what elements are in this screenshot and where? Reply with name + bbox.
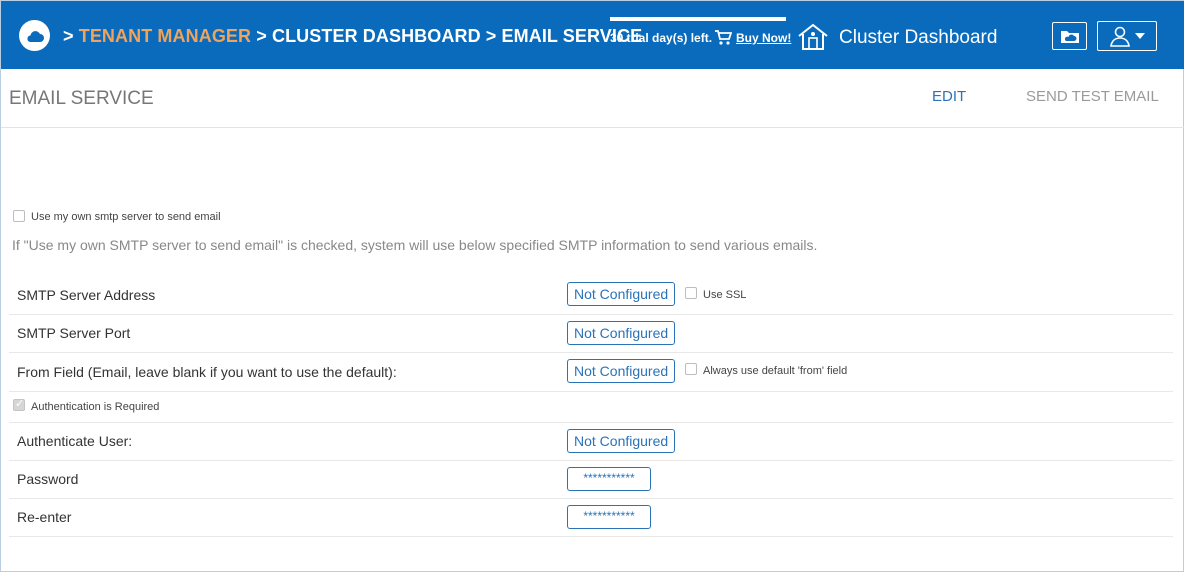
page-title: EMAIL SERVICE (9, 88, 154, 109)
smtp-server-port-value: Not Configured (567, 321, 676, 345)
smtp-info-text: If "Use my own SMTP server to send email… (12, 237, 818, 253)
auth-user-value: Not Configured (567, 429, 676, 453)
from-field-label: From Field (Email, leave blank if you wa… (17, 364, 397, 380)
cloud-folder-icon (1060, 30, 1079, 43)
password-label: Password (17, 471, 79, 487)
row-divider (9, 391, 1173, 392)
row-divider (9, 422, 1173, 423)
row-divider (9, 460, 1173, 461)
breadcrumb-tenant-manager[interactable]: TENANT MANAGER (79, 26, 251, 46)
breadcrumb: > TENANT MANAGER > CLUSTER DASHBOARD > E… (63, 26, 642, 47)
row-divider (9, 536, 1173, 537)
auth-required-label: Authentication is Required (31, 401, 160, 413)
breadcrumb-separator: > (256, 26, 267, 46)
user-icon (1110, 26, 1130, 47)
buy-now-link[interactable]: Buy Now! (736, 31, 791, 45)
breadcrumb-cluster-dashboard[interactable]: CLUSTER DASHBOARD (272, 26, 481, 46)
trial-progress-bar (610, 17, 786, 21)
user-menu-button[interactable] (1097, 21, 1157, 51)
breadcrumb-separator: > (63, 26, 74, 46)
auth-user-label: Authenticate User: (17, 433, 133, 449)
cluster-house-icon (797, 23, 829, 56)
row-divider (9, 314, 1173, 315)
trial-days-text: 30 trial day(s) left. (610, 31, 713, 45)
chevron-down-icon (1135, 33, 1145, 39)
row-divider (9, 352, 1173, 353)
default-from-label: Always use default 'from' field (703, 365, 848, 377)
send-test-email-button[interactable]: SEND TEST EMAIL (1026, 88, 1159, 105)
auth-required-checkbox[interactable] (13, 397, 25, 411)
smtp-server-address-label: SMTP Server Address (17, 287, 156, 303)
from-field-value: Not Configured (567, 359, 676, 383)
default-from-checkbox[interactable] (685, 363, 697, 375)
reenter-label: Re-enter (17, 509, 72, 525)
page-header (1, 69, 1184, 128)
use-ssl-label: Use SSL (703, 289, 747, 301)
header-title: Cluster Dashboard (839, 27, 998, 48)
app-frame: > TENANT MANAGER > CLUSTER DASHBOARD > E… (0, 0, 1184, 572)
smtp-server-address-value: Not Configured (567, 282, 676, 306)
own-smtp-label: Use my own smtp server to send email (31, 211, 221, 223)
top-bar: > TENANT MANAGER > CLUSTER DASHBOARD > E… (1, 1, 1184, 69)
reenter-value: *********** (567, 505, 651, 529)
cart-icon[interactable] (714, 30, 733, 51)
breadcrumb-separator: > (485, 26, 497, 46)
own-smtp-checkbox[interactable] (13, 210, 25, 222)
use-ssl-checkbox[interactable] (685, 287, 697, 299)
cloud-logo-icon[interactable] (19, 20, 50, 51)
edit-button[interactable]: EDIT (932, 88, 966, 105)
row-divider (9, 498, 1173, 499)
cloud-folder-button[interactable] (1052, 22, 1087, 50)
smtp-server-port-label: SMTP Server Port (17, 325, 131, 341)
password-value: *********** (567, 467, 651, 491)
